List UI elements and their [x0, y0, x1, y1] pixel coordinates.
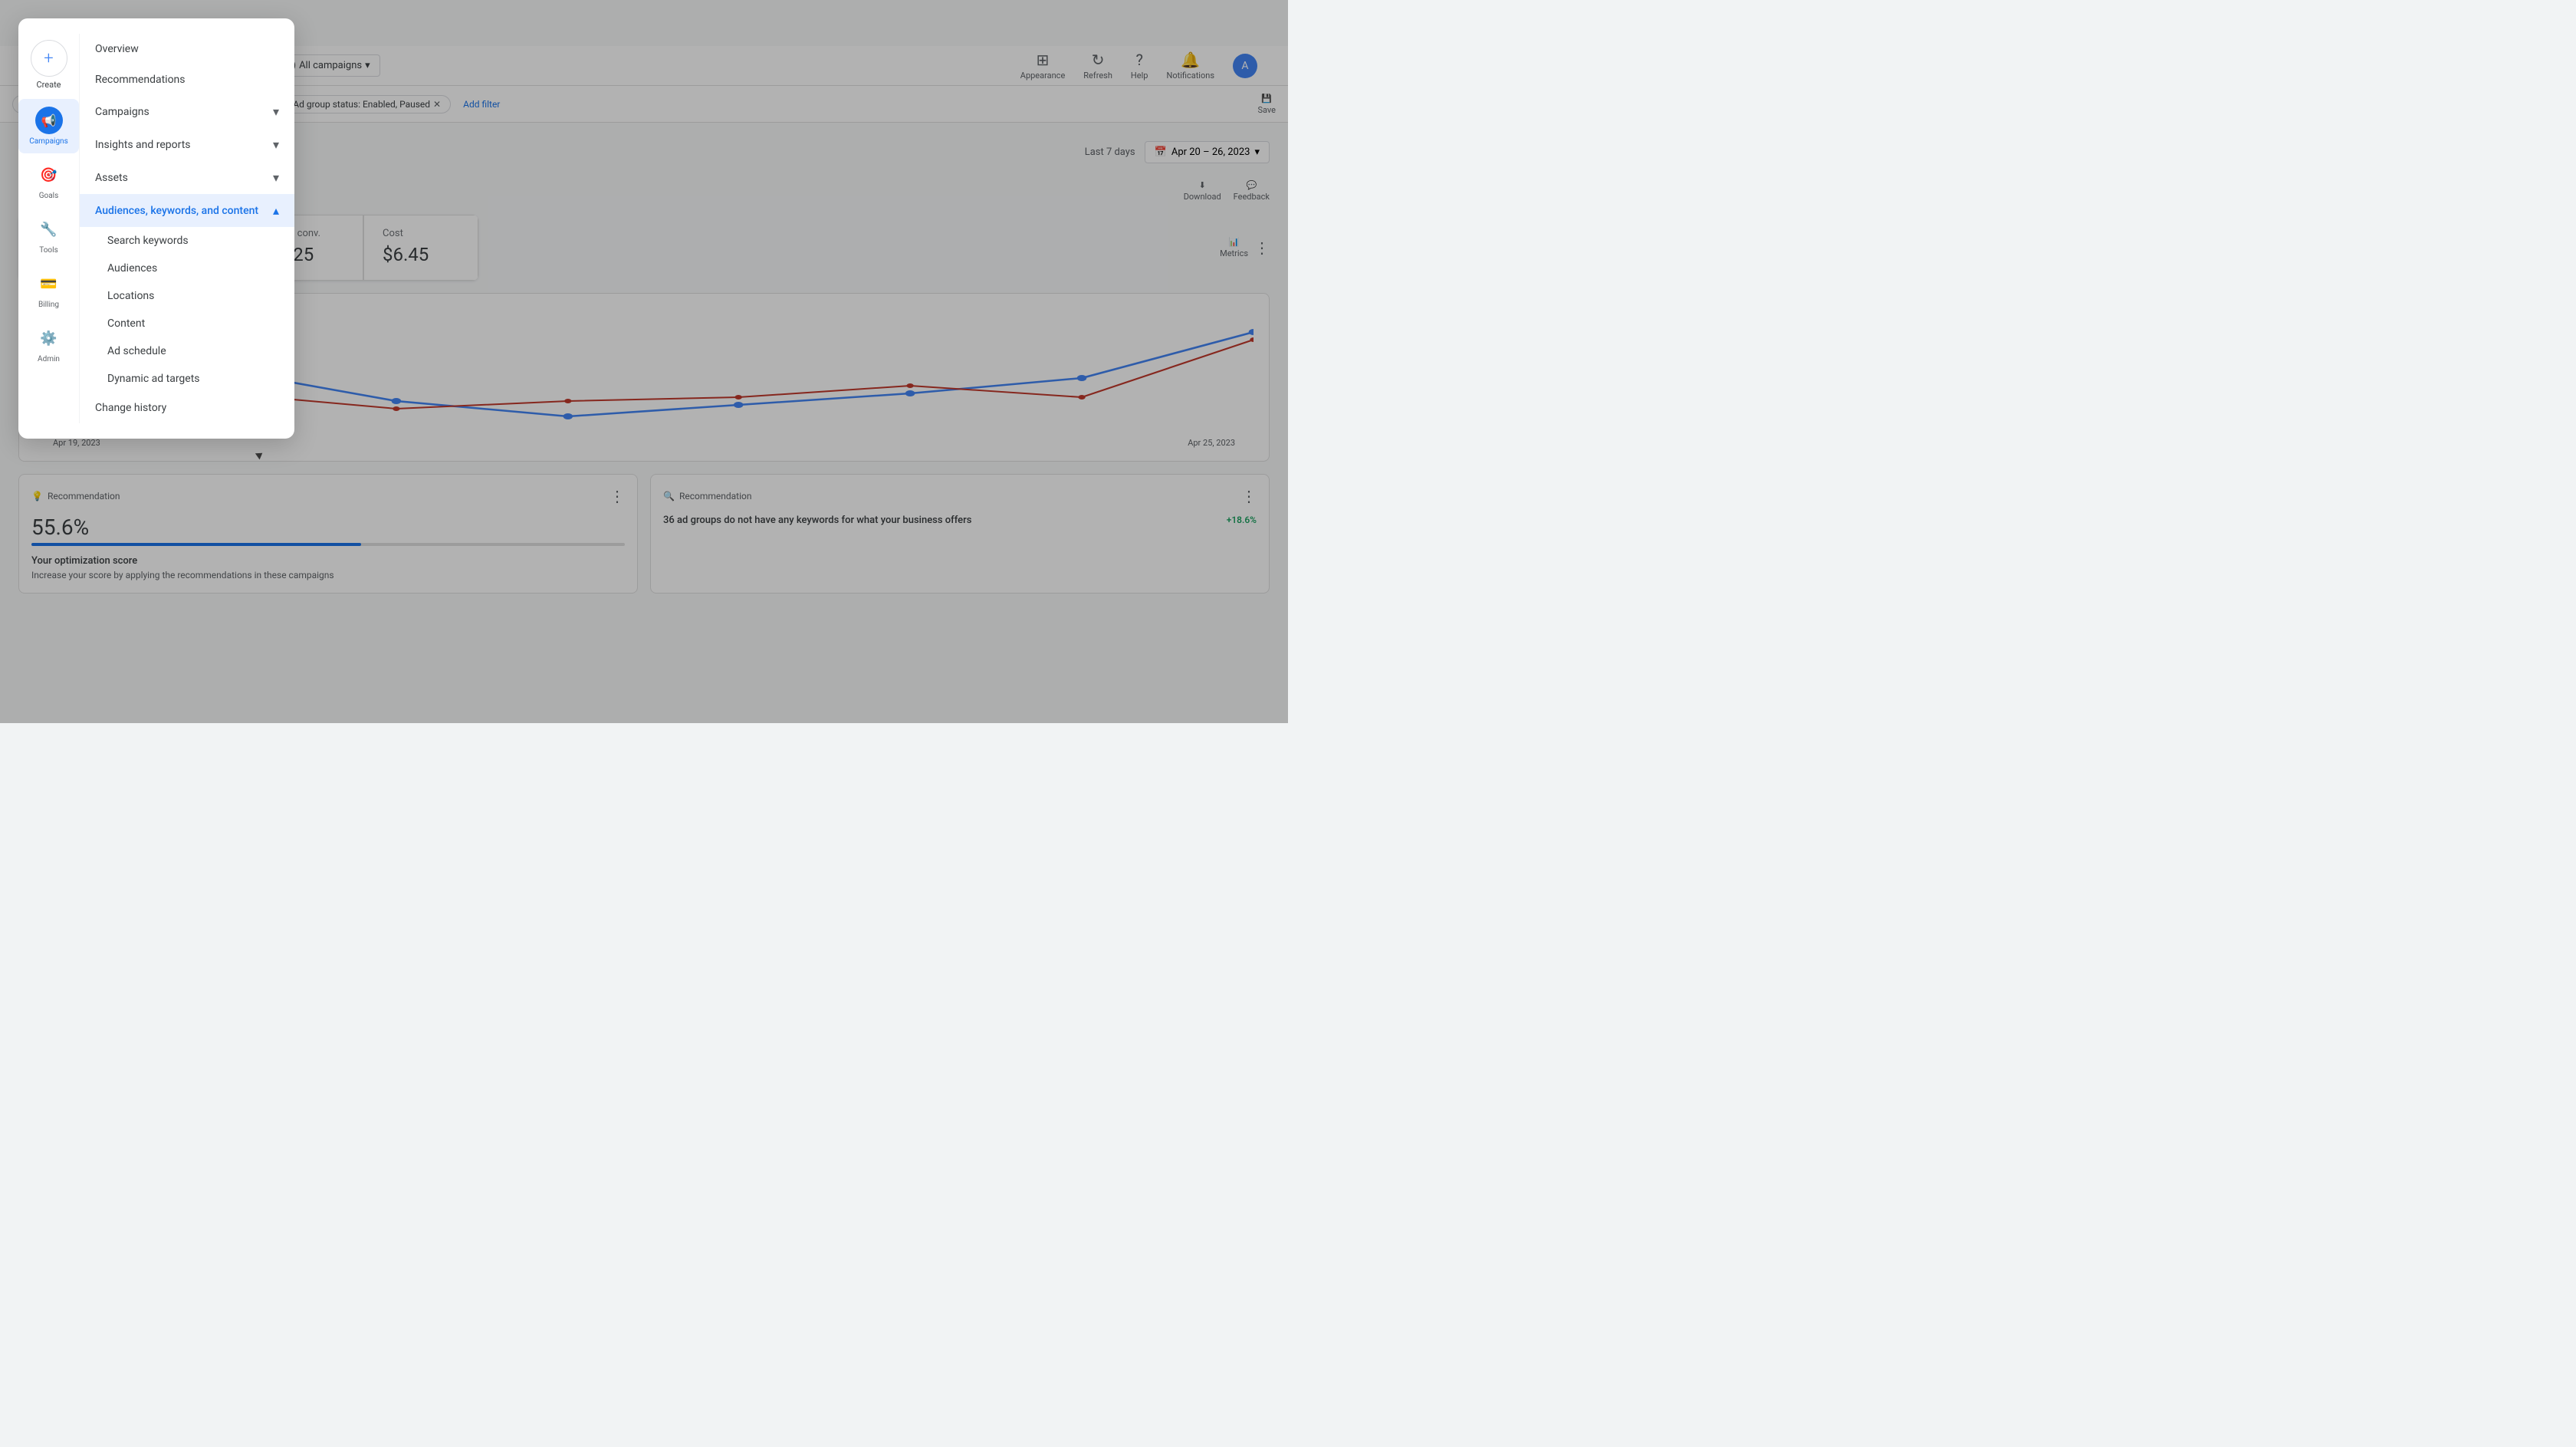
nav-ad-schedule[interactable]: Ad schedule [80, 337, 294, 365]
insights-chevron: ▾ [273, 137, 279, 152]
assets-chevron: ▾ [273, 170, 279, 185]
billing-icon: 💳 [40, 276, 57, 292]
nav-recommendations-label: Recommendations [95, 74, 186, 86]
sidebar-item-admin[interactable]: ⚙️ Admin [18, 317, 79, 371]
nav-campaigns-label: Campaigns [95, 106, 150, 118]
goals-icon: 🎯 [40, 167, 57, 183]
admin-icon-wrap: ⚙️ [35, 324, 63, 352]
nav-locations[interactable]: Locations [80, 282, 294, 310]
billing-label: Billing [38, 301, 59, 309]
tools-icon-wrap: 🔧 [35, 215, 63, 243]
sidebar-item-campaigns[interactable]: 📢 Campaigns [18, 99, 79, 153]
nav-overview-label: Overview [95, 43, 139, 55]
nav-panel: + Create 📢 Campaigns 🎯 Goals 🔧 [18, 18, 294, 439]
nav-recommendations[interactable]: Recommendations [80, 64, 294, 95]
nav-change-history[interactable]: Change history [80, 393, 294, 423]
create-label: Create [31, 80, 67, 90]
nav-content-label: Content [107, 317, 145, 330]
nav-overview[interactable]: Overview [80, 34, 294, 64]
goals-icon-wrap: 🎯 [35, 161, 63, 189]
nav-audiences-sub-label: Audiences [107, 262, 157, 275]
nav-audiences-section[interactable]: Audiences, keywords, and content ▴ [80, 194, 294, 227]
tools-label: Tools [39, 246, 58, 255]
right-menu: Overview Recommendations Campaigns ▾ Ins… [80, 34, 294, 423]
billing-icon-wrap: 💳 [35, 270, 63, 298]
nav-assets[interactable]: Assets ▾ [80, 161, 294, 194]
sidebar-item-goals[interactable]: 🎯 Goals [18, 153, 79, 208]
tools-icon: 🔧 [40, 222, 57, 238]
admin-icon: ⚙️ [40, 331, 57, 347]
nav-search-keywords[interactable]: Search keywords [80, 227, 294, 255]
nav-ad-schedule-label: Ad schedule [107, 345, 166, 357]
sidebar-item-tools[interactable]: 🔧 Tools [18, 208, 79, 262]
panel-inner: + Create 📢 Campaigns 🎯 Goals 🔧 [18, 34, 294, 423]
admin-label: Admin [38, 355, 60, 363]
left-sidebar: + Create 📢 Campaigns 🎯 Goals 🔧 [18, 34, 80, 423]
nav-insights-label: Insights and reports [95, 139, 191, 151]
campaigns-label: Campaigns [29, 137, 68, 146]
nav-dynamic-ad-targets[interactable]: Dynamic ad targets [80, 365, 294, 393]
nav-change-history-label: Change history [95, 402, 166, 414]
nav-assets-label: Assets [95, 172, 128, 184]
campaigns-chevron: ▾ [273, 104, 279, 119]
audiences-chevron: ▴ [273, 203, 279, 218]
nav-insights-reports[interactable]: Insights and reports ▾ [80, 128, 294, 161]
nav-audiences-label: Audiences, keywords, and content [95, 205, 258, 217]
goals-label: Goals [39, 192, 59, 200]
nav-campaigns[interactable]: Campaigns ▾ [80, 95, 294, 128]
campaigns-icon-wrap: 📢 [35, 107, 63, 134]
nav-content[interactable]: Content [80, 310, 294, 337]
nav-locations-label: Locations [107, 290, 154, 302]
campaigns-icon: 📢 [41, 113, 57, 128]
nav-dynamic-ad-targets-label: Dynamic ad targets [107, 373, 200, 385]
nav-search-keywords-label: Search keywords [107, 235, 189, 247]
sidebar-item-billing[interactable]: 💳 Billing [18, 262, 79, 317]
create-button[interactable]: + [31, 40, 67, 77]
google-plus-icon: + [44, 49, 53, 68]
nav-audiences[interactable]: Audiences [80, 255, 294, 282]
